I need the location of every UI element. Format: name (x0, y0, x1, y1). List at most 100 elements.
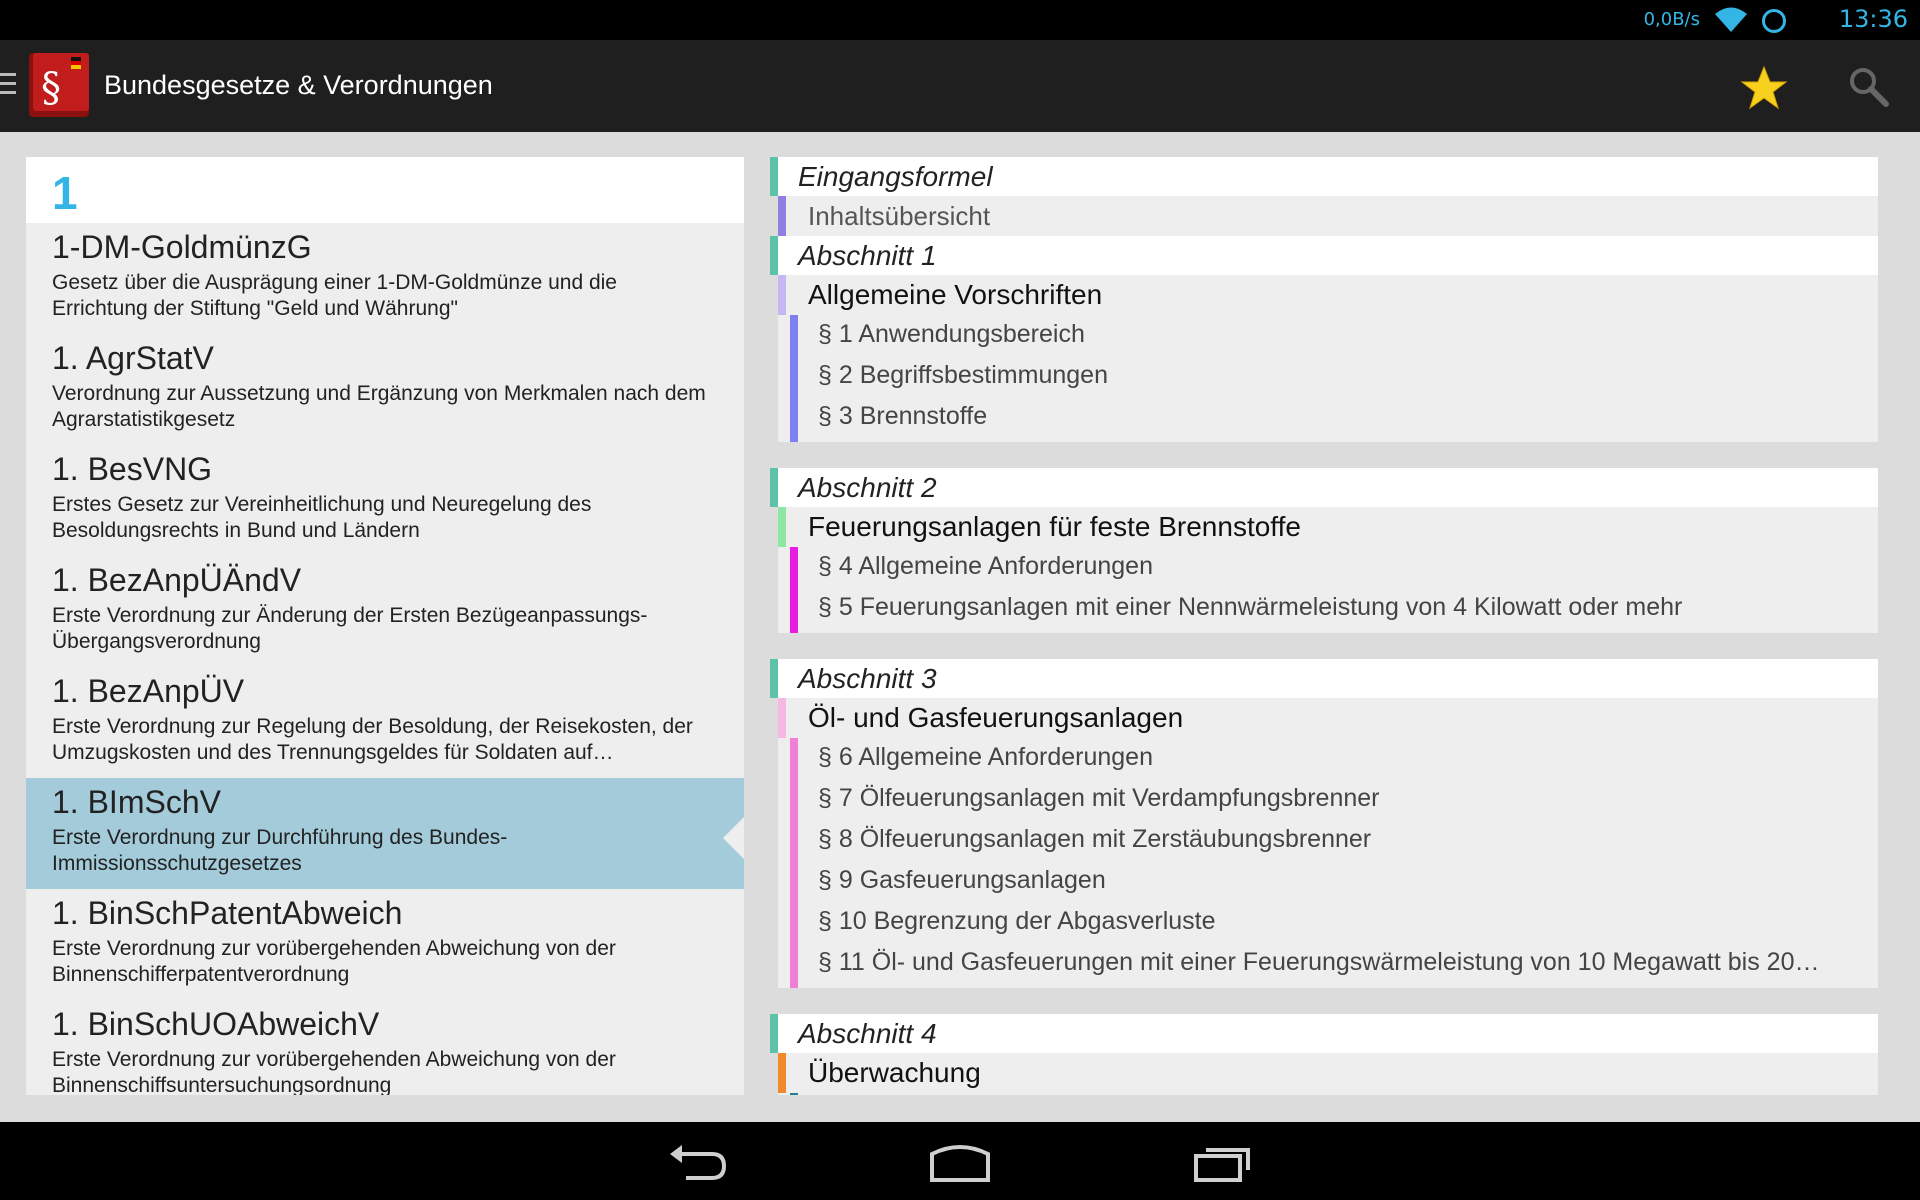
subsection-heading[interactable]: Öl- und Gasfeuerungsanlagen (778, 698, 1878, 738)
paragraph-color-bar (790, 738, 798, 988)
section-heading-text: Abschnitt 3 (798, 663, 937, 694)
back-icon[interactable] (666, 1140, 730, 1184)
subsection-heading-text: Überwachung (808, 1057, 981, 1088)
paragraph-item[interactable]: § 4 Allgemeine Anforderungen (778, 547, 1878, 588)
section-heading-text: Abschnitt 4 (798, 1018, 937, 1049)
section-heading-text: Eingangsformel (798, 161, 993, 192)
star-icon[interactable] (1740, 64, 1788, 112)
paragraph-item[interactable]: § 2 Begriffsbestimmungen (778, 356, 1878, 397)
navigation-bar (0, 1122, 1920, 1200)
subsection-heading-text: Inhaltsübersicht (808, 201, 991, 231)
law-description: Erste Verordnung zur vorübergehenden Abw… (52, 937, 616, 986)
law-abbreviation: 1. BinSchUOAbweichV (52, 1006, 380, 1042)
paragraph-item[interactable]: § 11 Öl- und Gasfeuerungen mit einer Feu… (778, 943, 1878, 984)
wifi-icon (1715, 7, 1747, 32)
law-abbreviation: 1. AgrStatV (52, 340, 214, 376)
paragraph-list: § 12 Messöffnung (778, 1093, 1878, 1095)
law-book-icon[interactable]: § (27, 51, 93, 119)
section-heading-text: Abschnitt 2 (798, 472, 937, 503)
selection-indicator (723, 816, 744, 860)
paragraph-item[interactable]: § 9 Gasfeuerungsanlagen (778, 861, 1878, 902)
law-list-pane[interactable]: 1 1-DM-GoldmünzG Gesetz über die Ausprägu… (26, 157, 744, 1095)
paragraph-list: § 1 Anwendungsbereich § 2 Begriffsbestimm… (778, 315, 1878, 442)
law-list-item[interactable]: 1-DM-GoldmünzG Gesetz über die Ausprägung… (26, 223, 744, 334)
subsection-heading-text: Öl- und Gasfeuerungsanlagen (808, 702, 1184, 733)
toc-section: Eingangsformel Inhaltsübersicht (770, 157, 1878, 236)
letter-header: 1 (26, 157, 744, 223)
paragraph-item[interactable]: § 6 Allgemeine Anforderungen (778, 738, 1878, 779)
subsection-heading[interactable]: Überwachung (778, 1053, 1878, 1093)
section-heading[interactable]: Abschnitt 1 (770, 236, 1878, 275)
app-title: Bundesgesetze & Verordnungen (104, 70, 493, 100)
law-description: Verordnung zur Aussetzung und Ergänzung … (52, 382, 706, 431)
law-list-item[interactable]: 1. BezAnpÜÄndV Erste Verordnung zur Änder… (26, 556, 744, 667)
law-description: Erstes Gesetz zur Vereinheitlichung und … (52, 493, 592, 542)
subsection-color-bar (778, 507, 786, 547)
section-heading[interactable]: Eingangsformel (770, 157, 1878, 196)
paragraph-color-bar (790, 315, 798, 442)
toc-section: Abschnitt 3 Öl- und Gasfeuerungsanlagen § … (770, 659, 1878, 988)
drawer-menu-icon[interactable] (0, 73, 16, 95)
subsection-color-bar (778, 275, 786, 315)
svg-text:§: § (41, 65, 61, 111)
subsection-heading[interactable]: Feuerungsanlagen für feste Brennstoffe (778, 507, 1878, 547)
section-color-bar (770, 468, 778, 507)
law-abbreviation: 1. BesVNG (52, 451, 213, 487)
law-list-item[interactable]: 1. BinSchPatentAbweich Erste Verordnung z… (26, 889, 744, 1000)
subsection-heading-text: Allgemeine Vorschriften (808, 279, 1103, 310)
law-abbreviation: 1. BinSchPatentAbweich (52, 895, 403, 931)
sync-icon (1762, 9, 1786, 33)
status-bar: 0,0B/s 13:36 (0, 0, 1920, 40)
law-list-item[interactable]: 1. BinSchUOAbweichV Erste Verordnung zur … (26, 1000, 744, 1095)
law-abbreviation: 1. BezAnpÜV (52, 673, 245, 709)
law-list-item[interactable]: 1. BezAnpÜV Erste Verordnung zur Regelung… (26, 667, 744, 778)
section-heading[interactable]: Abschnitt 4 (770, 1014, 1878, 1053)
section-heading[interactable]: Abschnitt 2 (770, 468, 1878, 507)
section-heading-text: Abschnitt 1 (798, 240, 937, 271)
section-color-bar (770, 1014, 778, 1053)
law-description: Erste Verordnung zur Durchführung des Bu… (52, 826, 508, 875)
law-description: Erste Verordnung zur Regelung der Besold… (52, 715, 693, 764)
law-description: Erste Verordnung zur Änderung der Ersten… (52, 604, 648, 653)
paragraph-item[interactable]: § 12 Messöffnung (778, 1093, 1878, 1095)
paragraph-item[interactable]: § 8 Ölfeuerungsanlagen mit Zerstäubungsb… (778, 820, 1878, 861)
recents-icon[interactable] (1192, 1140, 1256, 1184)
law-list-item[interactable]: 1. BesVNG Erstes Gesetz zur Vereinheitlic… (26, 445, 744, 556)
law-list-item[interactable]: 1. AgrStatV Verordnung zur Aussetzung und… (26, 334, 744, 445)
section-color-bar (770, 659, 778, 698)
clock: 13:36 (1838, 5, 1908, 33)
subsection-heading[interactable]: Allgemeine Vorschriften (778, 275, 1878, 315)
action-bar: § Bundesgesetze & Verordnungen (0, 40, 1920, 132)
section-color-bar (770, 157, 778, 196)
subsection-heading-text: Feuerungsanlagen für feste Brennstoffe (808, 511, 1301, 542)
law-description: Gesetz über die Ausprägung einer 1-DM-Go… (52, 271, 617, 320)
home-icon[interactable] (928, 1140, 992, 1184)
toc-section: Abschnitt 1 Allgemeine Vorschriften § 1 An… (770, 236, 1878, 442)
law-list: 1-DM-GoldmünzG Gesetz über die Ausprägung… (26, 223, 744, 1095)
section-heading[interactable]: Abschnitt 3 (770, 659, 1878, 698)
paragraph-item[interactable]: § 7 Ölfeuerungsanlagen mit Verdampfungsb… (778, 779, 1878, 820)
law-abbreviation: 1. BezAnpÜÄndV (52, 562, 302, 598)
network-speed: 0,0B/s (1643, 9, 1700, 30)
subsection-heading[interactable]: Inhaltsübersicht (778, 196, 1878, 236)
paragraph-list: § 6 Allgemeine Anforderungen § 7 Ölfeueru… (778, 738, 1878, 988)
section-color-bar (770, 236, 778, 275)
paragraph-color-bar (790, 547, 798, 633)
toc-section: Abschnitt 4 Überwachung § 12 Messöffnung (770, 1014, 1878, 1095)
search-icon[interactable] (1846, 64, 1892, 110)
paragraph-item[interactable]: § 5 Feuerungsanlagen mit einer Nennwärme… (778, 588, 1878, 629)
paragraph-item[interactable]: § 3 Brennstoffe (778, 397, 1878, 438)
subsection-color-bar (778, 698, 786, 738)
paragraph-color-bar (790, 1093, 798, 1095)
subsection-color-bar (778, 1053, 786, 1093)
toc-pane[interactable]: Eingangsformel Inhaltsübersicht Abschnitt … (770, 157, 1878, 1095)
law-abbreviation: 1-DM-GoldmünzG (52, 229, 312, 265)
paragraph-item[interactable]: § 1 Anwendungsbereich (778, 315, 1878, 356)
law-list-item[interactable]: 1. BImSchV Erste Verordnung zur Durchführ… (26, 778, 744, 889)
paragraph-item[interactable]: § 10 Begrenzung der Abgasverluste (778, 902, 1878, 943)
law-abbreviation: 1. BImSchV (52, 784, 221, 820)
paragraph-list: § 4 Allgemeine Anforderungen § 5 Feuerung… (778, 547, 1878, 633)
toc-section: Abschnitt 2 Feuerungsanlagen für feste Br… (770, 468, 1878, 633)
law-description: Erste Verordnung zur vorübergehenden Abw… (52, 1048, 616, 1095)
subsection-color-bar (778, 196, 786, 236)
